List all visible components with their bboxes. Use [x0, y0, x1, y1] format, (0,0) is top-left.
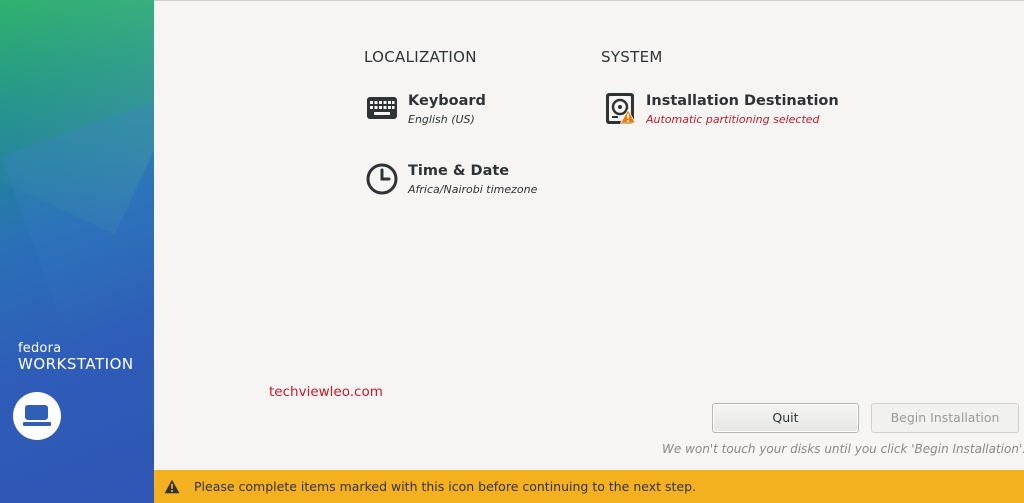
brand-fedora: fedora — [18, 341, 62, 356]
watermark-text: techviewleo.com — [269, 384, 383, 400]
warning-icon — [164, 479, 180, 494]
begin-installation-button[interactable]: Begin Installation — [871, 403, 1019, 433]
sidebar: fedora WORKSTATION — [0, 0, 154, 503]
warning-icon — [619, 108, 637, 124]
keyboard-label: Keyboard — [408, 93, 486, 109]
disk-note: We won't touch your disks until you clic… — [662, 442, 1024, 456]
brand-workstation: WORKSTATION — [18, 355, 134, 373]
time-date-spoke[interactable]: Time & Date Africa/Nairobi timezone — [366, 163, 566, 203]
keyboard-status: English (US) — [408, 113, 475, 126]
system-heading: SYSTEM — [601, 48, 663, 66]
installation-destination-spoke[interactable]: Installation Destination Automatic parti… — [604, 93, 839, 133]
workstation-laptop-icon — [13, 392, 61, 440]
keyboard-icon — [366, 93, 398, 125]
installation-destination-label: Installation Destination — [646, 93, 839, 109]
time-date-label: Time & Date — [408, 163, 510, 179]
keyboard-spoke[interactable]: Keyboard English (US) — [366, 93, 566, 133]
quit-button[interactable]: Quit — [712, 403, 859, 433]
time-date-status: Africa/Nairobi timezone — [408, 183, 538, 196]
clock-icon — [366, 163, 398, 195]
warning-bar: Please complete items marked with this i… — [154, 470, 1024, 503]
warning-message: Please complete items marked with this i… — [194, 479, 697, 494]
header-divider — [154, 0, 1024, 1]
localization-heading: LOCALIZATION — [364, 48, 477, 66]
installation-destination-status: Automatic partitioning selected — [646, 113, 820, 126]
